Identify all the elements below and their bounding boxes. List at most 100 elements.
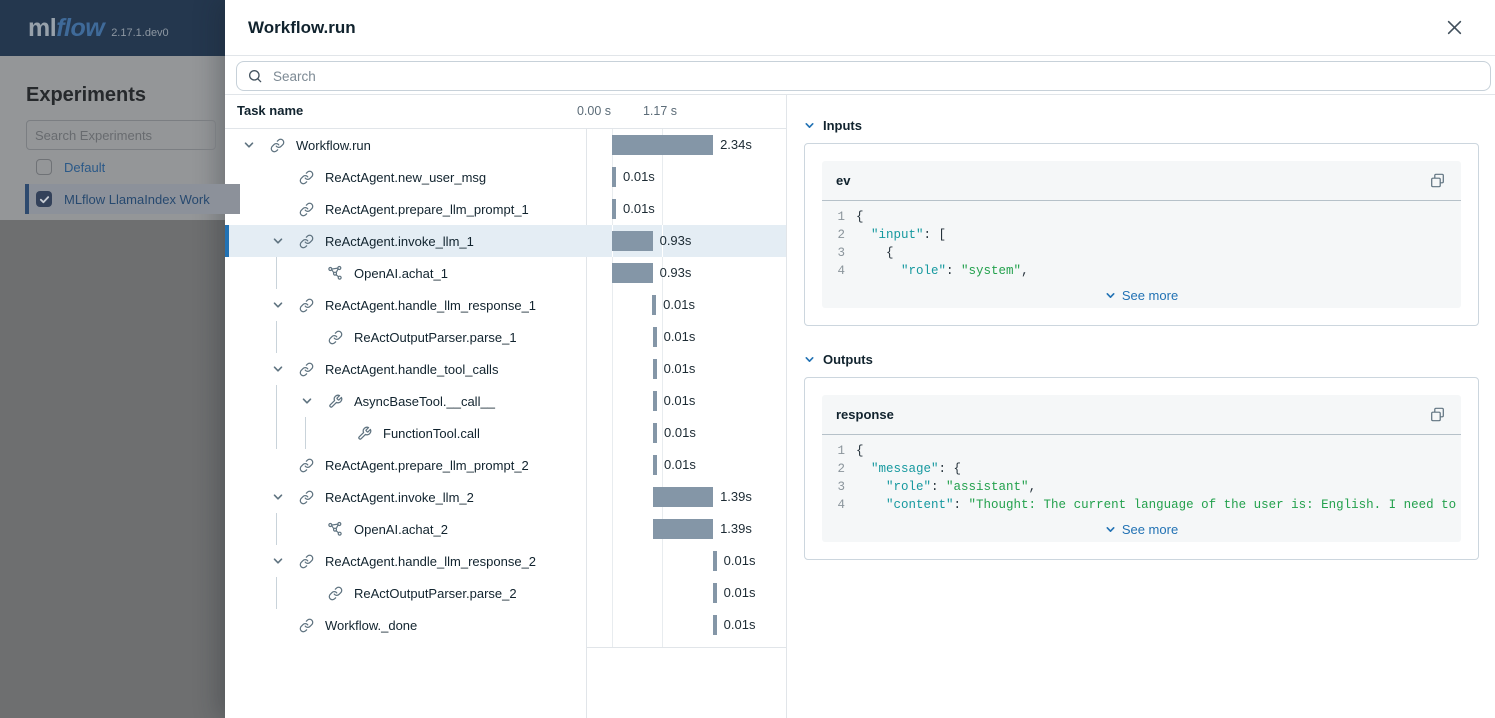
span-search-box[interactable] (236, 61, 1491, 91)
section-header-inputs[interactable]: Inputs (804, 117, 1479, 133)
chevron-down-icon-wrap (804, 354, 815, 365)
duration-bar[interactable] (652, 295, 656, 315)
experiment-item-default[interactable]: Default (25, 152, 240, 182)
span-row[interactable]: OpenAI.achat_1 0.93s (225, 257, 786, 289)
mlflow-version: 2.17.1.dev0 (111, 27, 169, 39)
span-label: ReActAgent.handle_llm_response_2 (325, 554, 536, 569)
code-text: { (856, 208, 1461, 226)
span-row[interactable]: Workflow._done 0.01s (225, 609, 786, 641)
duration-bar[interactable] (612, 135, 713, 155)
link-icon (299, 490, 314, 505)
section-header-outputs[interactable]: Outputs (804, 351, 1479, 367)
expand-chevron-button[interactable] (270, 297, 286, 313)
span-row[interactable]: ReActAgent.handle_llm_response_20.01s (225, 545, 786, 577)
timeline-gridline (612, 513, 613, 545)
experiment-item-llamaindex[interactable]: MLflow LlamaIndex Work (25, 184, 240, 214)
duration-bar[interactable] (653, 487, 713, 507)
modal-content: Task name 0.00 s 1.17 s Workflow.run2.34… (225, 95, 1495, 718)
span-row[interactable]: ReActAgent.prepare_llm_prompt_20.01s (225, 449, 786, 481)
duration-bar[interactable] (612, 199, 616, 219)
span-search-input[interactable] (271, 68, 1480, 85)
see-more-link[interactable]: See more (822, 282, 1461, 308)
code-block: ev1{2 "input": [3 {4 "role": "system",Se… (822, 161, 1461, 308)
duration-bar[interactable] (713, 551, 717, 571)
span-timeline-cell: 0.01s (586, 385, 787, 417)
duration-bar[interactable] (653, 519, 713, 539)
duration-label: 1.39s (720, 481, 752, 513)
expand-chevron-button[interactable] (270, 361, 286, 377)
experiment-item-label: Default (64, 160, 105, 175)
span-row[interactable]: ReActAgent.handle_llm_response_10.01s (225, 289, 786, 321)
line-number: 4 (822, 262, 856, 280)
code-line: 1{ (822, 208, 1461, 226)
span-row[interactable]: AsyncBaseTool.__call__0.01s (225, 385, 786, 417)
copy-button[interactable] (1427, 405, 1447, 425)
wrench-icon (328, 394, 343, 409)
span-timeline-cell: 0.01s (586, 321, 787, 353)
link-icon-wrap (298, 297, 314, 313)
model-icon (327, 265, 343, 281)
span-row[interactable]: ReActAgent.invoke_llm_10.93s (225, 225, 786, 257)
code-text: "input": [ (856, 226, 1461, 244)
expand-chevron-button[interactable] (270, 233, 286, 249)
span-row[interactable]: FunctionTool.call0.01s (225, 417, 786, 449)
span-row[interactable]: ReActAgent.prepare_llm_prompt_10.01s (225, 193, 786, 225)
modal-title: Workflow.run (248, 18, 356, 38)
span-row[interactable]: Workflow.run2.34s (225, 129, 786, 161)
span-row[interactable]: ReActOutputParser.parse_10.01s (225, 321, 786, 353)
checkbox-unchecked[interactable] (36, 159, 52, 175)
checkbox-checked[interactable] (36, 191, 52, 207)
link-icon (299, 618, 314, 633)
copy-button[interactable] (1427, 171, 1447, 191)
expand-chevron-button[interactable] (270, 553, 286, 569)
span-timeline-cell: 1.39s (586, 481, 787, 513)
span-row[interactable]: ReActOutputParser.parse_20.01s (225, 577, 786, 609)
see-more-link[interactable]: See more (822, 516, 1461, 542)
link-icon (299, 234, 314, 249)
duration-bar[interactable] (653, 423, 657, 443)
duration-bar[interactable] (612, 167, 616, 187)
model-icon-wrap (327, 521, 343, 537)
span-row[interactable]: ReActAgent.handle_tool_calls0.01s (225, 353, 786, 385)
line-number: 1 (822, 442, 856, 460)
expand-chevron-button[interactable] (241, 137, 257, 153)
expand-chevron-button[interactable] (270, 489, 286, 505)
experiments-search-input[interactable] (26, 120, 216, 150)
modal-search-row (225, 56, 1495, 95)
span-label: Workflow._done (325, 618, 417, 633)
link-icon (299, 202, 314, 217)
close-button[interactable] (1443, 17, 1465, 39)
span-timeline-cell: 0.01s (586, 609, 787, 641)
span-name-cell: ReActAgent.invoke_llm_1 (225, 225, 586, 257)
duration-label: 0.93s (660, 257, 692, 289)
duration-bar[interactable] (612, 231, 652, 251)
span-label: Workflow.run (296, 138, 371, 153)
span-row[interactable]: OpenAI.achat_21.39s (225, 513, 786, 545)
duration-bar[interactable] (653, 359, 657, 379)
duration-bar[interactable] (653, 391, 657, 411)
duration-bar[interactable] (653, 327, 657, 347)
duration-bar[interactable] (653, 455, 657, 475)
tree-indent-guide (276, 321, 277, 353)
duration-bar[interactable] (713, 583, 717, 603)
code-block-header: ev (822, 161, 1461, 201)
chevron-down-icon (272, 235, 284, 247)
experiments-heading: Experiments (26, 84, 146, 107)
duration-label: 0.01s (663, 289, 695, 321)
expand-chevron-button[interactable] (299, 393, 315, 409)
close-icon (1446, 19, 1463, 36)
span-label: ReActAgent.new_user_msg (325, 170, 486, 185)
span-name-cell: OpenAI.achat_1 (225, 257, 586, 289)
copy-icon (1429, 172, 1446, 189)
span-timeline-cell: 1.39s (586, 513, 787, 545)
span-row[interactable]: ReActAgent.new_user_msg0.01s (225, 161, 786, 193)
chevron-down-icon (272, 555, 284, 567)
duration-bar[interactable] (713, 615, 717, 635)
time-tick-end: 1.17 s (643, 95, 677, 127)
span-rows: Workflow.run2.34sReActAgent.new_user_msg… (225, 129, 786, 648)
duration-bar[interactable] (612, 263, 652, 283)
span-timeline-cell: 0.93s (586, 257, 787, 289)
span-label: ReActAgent.invoke_llm_1 (325, 234, 474, 249)
model-icon-wrap (327, 265, 343, 281)
span-row[interactable]: ReActAgent.invoke_llm_21.39s (225, 481, 786, 513)
